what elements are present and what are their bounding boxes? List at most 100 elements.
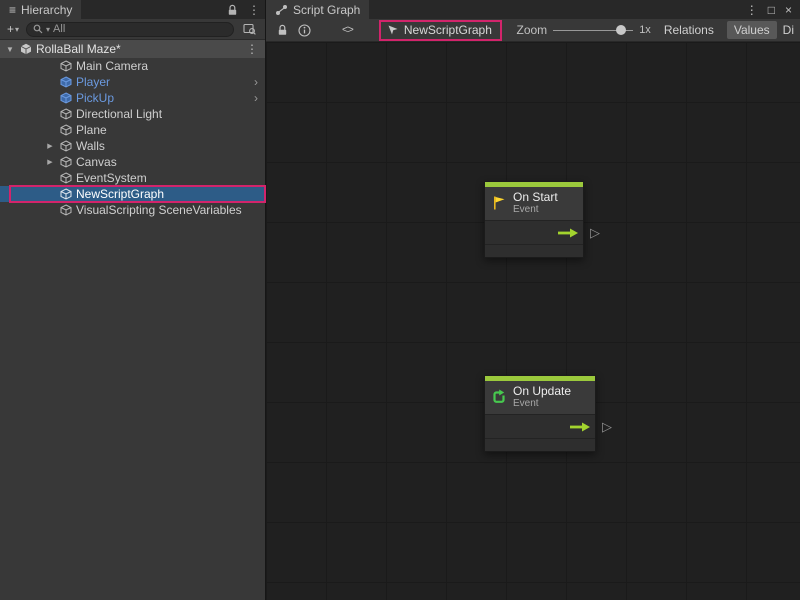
node-title: On Update	[513, 385, 571, 398]
tree-item-label: PickUp	[76, 91, 114, 105]
add-object-button[interactable]: + ▾	[4, 22, 22, 36]
tree-item-plane[interactable]: Plane	[0, 122, 265, 138]
flow-arrow-icon	[558, 228, 578, 238]
node-on-start[interactable]: On Start Event ▷	[484, 181, 584, 258]
tree-item-label: Player	[76, 75, 110, 89]
node-output-row[interactable]	[485, 414, 595, 438]
graph-toolbar: <> NewScriptGraph Zoom 1x Relations Valu…	[266, 19, 800, 42]
zoom-slider[interactable]	[553, 24, 633, 36]
lock-icon[interactable]	[272, 24, 293, 36]
zoom-label: Zoom	[517, 23, 548, 37]
tab-script-graph-label: Script Graph	[293, 3, 360, 17]
gameobject-icon	[60, 60, 72, 72]
graph-name-breadcrumb[interactable]: NewScriptGraph	[379, 20, 502, 41]
zoom-value: 1x	[639, 24, 651, 36]
lock-icon[interactable]	[222, 0, 243, 19]
close-icon[interactable]: ×	[785, 3, 792, 17]
gameobject-icon	[60, 124, 72, 136]
node-header[interactable]: On Start Event	[485, 187, 583, 220]
node-on-update[interactable]: On Update Event ▷	[484, 375, 596, 452]
tab-script-graph[interactable]: Script Graph	[266, 0, 369, 19]
scene-more-icon[interactable]: ⋮	[243, 42, 261, 56]
expand-icon[interactable]: ▶	[44, 158, 56, 166]
caret-down-icon: ▾	[15, 25, 19, 34]
tree-item-label: NewScriptGraph	[76, 187, 164, 201]
gameobject-icon	[60, 108, 72, 120]
unity-editor-window: ≡ Hierarchy ⋮ + ▾ ▾ All	[0, 0, 800, 600]
add-label: +	[7, 22, 14, 36]
hierarchy-search-input[interactable]: ▾ All	[26, 22, 234, 37]
loop-icon	[491, 389, 507, 405]
tree-item-eventsystem[interactable]: EventSystem	[0, 170, 265, 186]
tree-item-label: EventSystem	[76, 171, 147, 185]
node-subtitle: Event	[513, 398, 571, 409]
code-icon[interactable]: <>	[342, 24, 353, 36]
zoom-slider-thumb[interactable]	[616, 25, 626, 35]
node-titles: On Start Event	[513, 191, 558, 215]
prefab-icon	[60, 92, 72, 104]
graph-name-label: NewScriptGraph	[404, 23, 492, 37]
graph-icon	[275, 4, 288, 16]
tree-item-label: Main Camera	[76, 59, 148, 73]
graph-pointer-icon	[387, 24, 399, 36]
tabstrip-spacer	[369, 0, 737, 19]
maximize-icon[interactable]: □	[768, 3, 775, 17]
tree-item-label: Plane	[76, 123, 107, 137]
gameobject-icon	[60, 156, 72, 168]
tree-item-directional-light[interactable]: Directional Light	[0, 106, 265, 122]
prefab-chevron-icon[interactable]: ›	[254, 75, 265, 89]
node-output-row[interactable]	[485, 220, 583, 244]
hierarchy-panel: ≡ Hierarchy ⋮ + ▾ ▾ All	[0, 0, 265, 600]
gameobject-icon	[60, 204, 72, 216]
graph-canvas[interactable]: On Start Event ▷ On Update	[266, 42, 800, 600]
hierarchy-tree: ▼ RollaBall Maze* ⋮ Main Camera Player ›	[0, 40, 265, 600]
tree-item-label: Walls	[76, 139, 105, 153]
node-subtitle: Event	[513, 204, 558, 215]
expand-icon[interactable]: ▶	[44, 142, 56, 150]
info-icon[interactable]	[293, 24, 316, 37]
tabstrip-spacer	[81, 0, 222, 19]
window-menu-icon[interactable]: ⋮	[746, 3, 758, 17]
tree-item-label: VisualScripting SceneVariables	[76, 203, 242, 217]
graph-tabstrip: Script Graph ⋮ □ ×	[266, 0, 800, 19]
prefab-chevron-icon[interactable]: ›	[254, 91, 265, 105]
flag-icon	[491, 195, 507, 211]
scene-name: RollaBall Maze*	[36, 42, 239, 56]
hierarchy-tabstrip: ≡ Hierarchy ⋮	[0, 0, 265, 19]
tab-hierarchy-label: Hierarchy	[21, 3, 72, 17]
script-graph-panel: Script Graph ⋮ □ × <> NewScriptGraph Zo	[265, 0, 800, 600]
tree-item-pickup[interactable]: PickUp ›	[0, 90, 265, 106]
collapse-icon[interactable]: ▼	[6, 45, 16, 54]
dim-toggle[interactable]: Di	[783, 23, 794, 37]
tab-hierarchy[interactable]: ≡ Hierarchy	[0, 0, 81, 19]
tree-item-walls[interactable]: ▶ Walls	[0, 138, 265, 154]
search-icon	[33, 24, 43, 34]
prefab-icon	[60, 76, 72, 88]
tree-item-player[interactable]: Player ›	[0, 74, 265, 90]
tree-item-newscriptgraph[interactable]: NewScriptGraph	[0, 186, 265, 202]
panel-more-icon[interactable]: ⋮	[243, 0, 265, 19]
tree-item-main-camera[interactable]: Main Camera	[0, 58, 265, 74]
tree-item-label: Canvas	[76, 155, 117, 169]
scene-row[interactable]: ▼ RollaBall Maze* ⋮	[0, 40, 265, 58]
tree-item-label: Directional Light	[76, 107, 162, 121]
values-toggle[interactable]: Values	[727, 21, 777, 39]
gameobject-icon	[60, 188, 72, 200]
tree-item-canvas[interactable]: ▶ Canvas	[0, 154, 265, 170]
zoom-control: Zoom 1x	[517, 23, 651, 37]
hierarchy-toolbar: + ▾ ▾ All	[0, 19, 265, 40]
tree-item-visualscripting-scenevariables[interactable]: VisualScripting SceneVariables	[0, 202, 265, 218]
flow-arrow-icon	[570, 422, 590, 432]
gameobject-icon	[60, 172, 72, 184]
search-filter-label: All	[53, 23, 65, 35]
relations-toggle[interactable]: Relations	[657, 21, 721, 39]
flow-output-port[interactable]: ▷	[590, 226, 600, 239]
node-title: On Start	[513, 191, 558, 204]
node-header[interactable]: On Update Event	[485, 381, 595, 414]
node-footer	[485, 244, 583, 257]
search-filter-caret-icon[interactable]: ▾	[46, 25, 50, 34]
search-window-icon[interactable]	[238, 23, 261, 35]
flow-output-port[interactable]: ▷	[602, 420, 612, 433]
unity-scene-icon	[20, 43, 32, 55]
node-footer	[485, 438, 595, 451]
